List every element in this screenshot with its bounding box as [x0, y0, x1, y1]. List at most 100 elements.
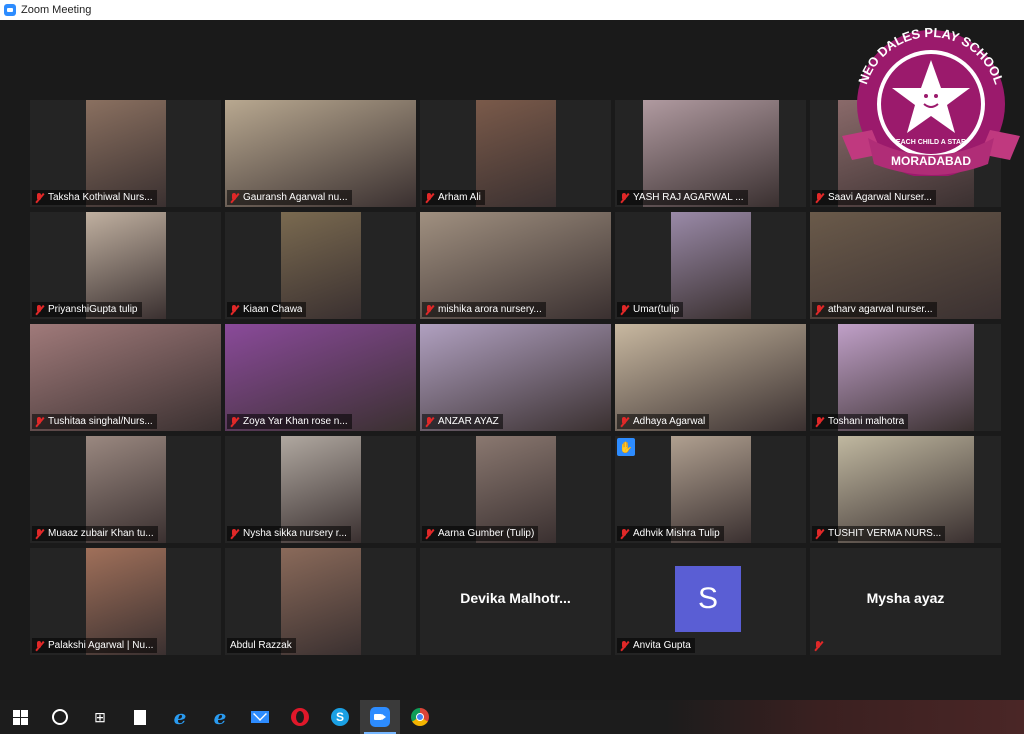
participant-tile[interactable]: TUSHIT VERMA NURS... [810, 436, 1001, 543]
participant-caption: Anvita Gupta [617, 638, 695, 653]
participant-name: Abdul Razzak [230, 640, 292, 651]
edge-icon[interactable]: e [160, 700, 200, 734]
participant-name: Anvita Gupta [633, 640, 691, 651]
participant-name: mishika arora nursery... [438, 304, 542, 315]
participant-tile[interactable]: S Anvita Gupta [615, 548, 806, 655]
muted-mic-icon [425, 528, 434, 539]
participant-name: Aarna Gumber (Tulip) [438, 528, 535, 539]
gallery-grid: Taksha Kothiwal Nurs... Gauransh Agarwal … [30, 100, 1001, 655]
participant-tile[interactable]: Gauransh Agarwal nu... [225, 100, 416, 207]
participant-tile[interactable]: ✋ Adhvik Mishra Tulip [615, 436, 806, 543]
participant-tile[interactable]: Nysha sikka nursery r... [225, 436, 416, 543]
participant-name: Palakshi Agarwal | Nu... [48, 640, 154, 651]
mail-icon[interactable] [240, 700, 280, 734]
muted-mic-icon [425, 304, 434, 315]
meeting-stage: Taksha Kothiwal Nurs... Gauransh Agarwal … [0, 20, 1024, 700]
participant-tile[interactable]: PriyanshiGupta tulip [30, 212, 221, 319]
participant-tile[interactable]: Kiaan Chawa [225, 212, 416, 319]
participant-name: ANZAR AYAZ [438, 416, 499, 427]
participant-caption: YASH RAJ AGARWAL ... [617, 190, 748, 205]
muted-mic-icon [425, 192, 434, 203]
participant-name: Taksha Kothiwal Nurs... [48, 192, 153, 203]
windows-start-icon[interactable] [0, 700, 40, 734]
muted-mic-icon [35, 528, 44, 539]
chrome-icon[interactable] [400, 700, 440, 734]
participant-name: Nysha sikka nursery r... [243, 528, 347, 539]
muted-mic-icon [35, 416, 44, 427]
participant-caption: atharv agarwal nurser... [812, 302, 937, 317]
participant-tile[interactable]: Arham Ali [420, 100, 611, 207]
participant-caption: Palakshi Agarwal | Nu... [32, 638, 158, 653]
muted-mic-icon [425, 416, 434, 427]
participant-name: Zoya Yar Khan rose n... [243, 416, 348, 427]
participant-caption: PriyanshiGupta tulip [32, 302, 142, 317]
participant-name: Gauransh Agarwal nu... [243, 192, 348, 203]
participant-name: PriyanshiGupta tulip [48, 304, 138, 315]
participant-name: Saavi Agarwal Nurser... [828, 192, 932, 203]
participant-tile[interactable]: Devika Malhotr... [420, 548, 611, 655]
participant-name: Adhaya Agarwal [633, 416, 706, 427]
participant-video [475, 100, 556, 207]
logo-tagline: EACH CHILD A STAR [896, 139, 966, 146]
muted-mic-icon [230, 528, 239, 539]
participant-tile[interactable]: Tushitaa singhal/Nurs... [30, 324, 221, 431]
participant-caption: Tushitaa singhal/Nurs... [32, 414, 157, 429]
participant-tile[interactable]: Umar(tulip [615, 212, 806, 319]
participant-name: Adhvik Mishra Tulip [633, 528, 720, 539]
school-logo: NEO DALES PLAY SCHOOL EACH CHILD A STAR … [842, 26, 1020, 176]
participant-display-name: Mysha ayaz [866, 590, 945, 606]
participant-name: atharv agarwal nurser... [828, 304, 933, 315]
participant-tile[interactable]: mishika arora nursery... [420, 212, 611, 319]
opera-icon[interactable] [280, 700, 320, 734]
window-titlebar: Zoom Meeting [0, 0, 1024, 20]
participant-tile[interactable]: YASH RAJ AGARWAL ... [615, 100, 806, 207]
participant-tile[interactable]: Mysha ayaz [810, 548, 1001, 655]
participant-name: Toshani malhotra [828, 416, 905, 427]
participant-caption: Abdul Razzak [227, 638, 296, 653]
muted-mic-icon [815, 304, 824, 315]
file-icon[interactable] [120, 700, 160, 734]
skype-icon[interactable]: S [320, 700, 360, 734]
zoom-icon[interactable] [360, 700, 400, 734]
muted-mic-icon [620, 640, 629, 651]
participant-tile[interactable]: Zoya Yar Khan rose n... [225, 324, 416, 431]
participant-tile[interactable]: Palakshi Agarwal | Nu... [30, 548, 221, 655]
participant-name: Arham Ali [438, 192, 481, 203]
ie-icon[interactable]: e [200, 700, 240, 734]
participant-tile[interactable]: Aarna Gumber (Tulip) [420, 436, 611, 543]
participant-caption: Kiaan Chawa [227, 302, 307, 317]
muted-mic-icon [230, 192, 239, 203]
muted-mic-icon [620, 528, 629, 539]
participant-caption: Umar(tulip [617, 302, 684, 317]
participant-caption: Nysha sikka nursery r... [227, 526, 351, 541]
muted-mic-icon [35, 304, 44, 315]
muted-mic-icon [620, 192, 629, 203]
participant-name: TUSHIT VERMA NURS... [828, 528, 942, 539]
logo-bottom-text: MORADABAD [891, 154, 971, 168]
participant-tile[interactable]: Adhaya Agarwal [615, 324, 806, 431]
participant-caption: Arham Ali [422, 190, 485, 205]
participant-tile[interactable]: atharv agarwal nurser... [810, 212, 1001, 319]
muted-mic-icon [815, 528, 824, 539]
participant-display-name: Devika Malhotr... [460, 590, 571, 606]
participant-tile[interactable]: ANZAR AYAZ [420, 324, 611, 431]
participant-name: Tushitaa singhal/Nurs... [48, 416, 153, 427]
task-view-icon[interactable]: ⊞ [80, 700, 120, 734]
participant-name: Kiaan Chawa [243, 304, 303, 315]
cortana-search-icon[interactable] [40, 700, 80, 734]
zoom-app-icon [4, 4, 16, 16]
muted-mic-icon [35, 640, 44, 651]
participant-tile[interactable]: Taksha Kothiwal Nurs... [30, 100, 221, 207]
muted-mic-icon [35, 192, 44, 203]
participant-name: YASH RAJ AGARWAL ... [633, 192, 744, 203]
muted-mic-icon [620, 416, 629, 427]
participant-tile[interactable]: Muaaz zubair Khan tu... [30, 436, 221, 543]
participant-tile[interactable]: Toshani malhotra [810, 324, 1001, 431]
participant-name: Muaaz zubair Khan tu... [48, 528, 154, 539]
muted-mic-icon [230, 304, 239, 315]
muted-mic-icon [815, 192, 824, 203]
participant-tile[interactable]: Abdul Razzak [225, 548, 416, 655]
participant-caption: Muaaz zubair Khan tu... [32, 526, 158, 541]
window-title: Zoom Meeting [21, 4, 92, 16]
avatar: S [675, 566, 741, 632]
